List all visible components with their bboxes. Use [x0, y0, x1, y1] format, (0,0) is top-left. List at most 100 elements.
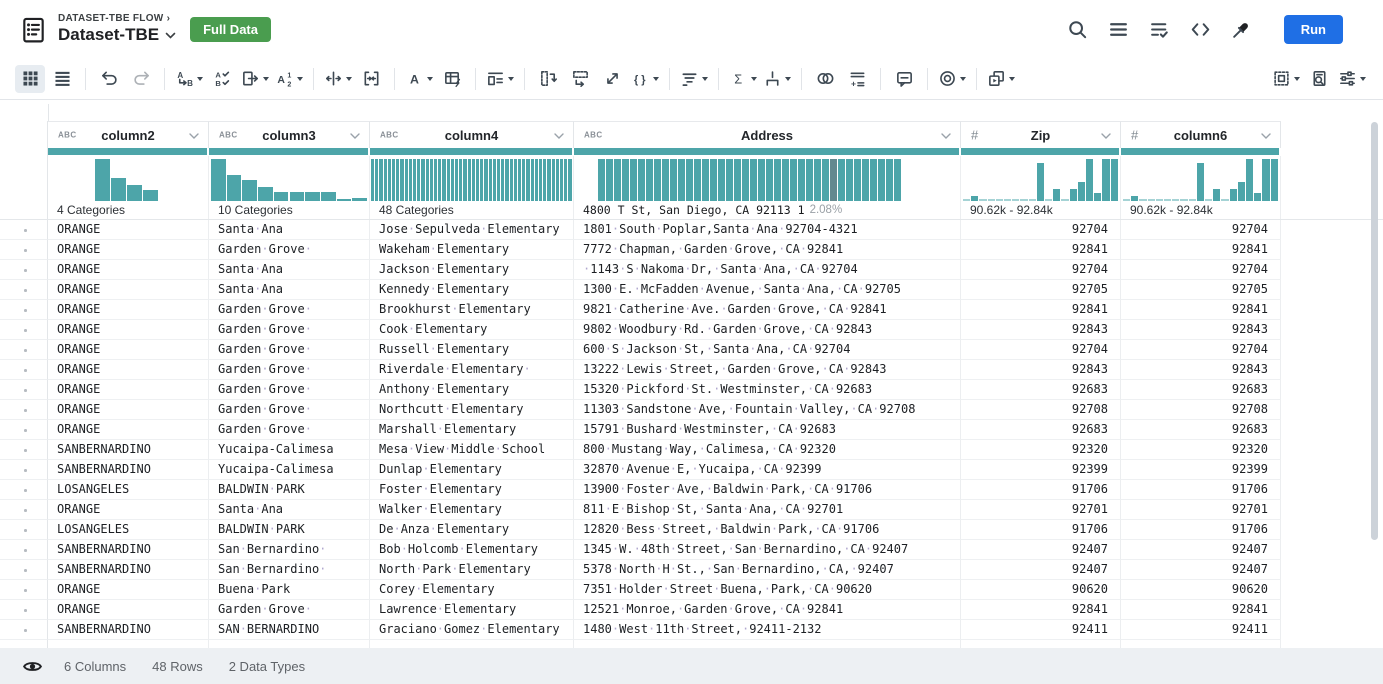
- cell[interactable]: 92704: [961, 220, 1121, 240]
- histogram-bar[interactable]: [337, 199, 352, 201]
- cell[interactable]: 800·Mustang·Way,·Calimesa,·CA·92320: [574, 440, 961, 460]
- histogram-bar[interactable]: [1213, 189, 1220, 201]
- join-split-button[interactable]: [761, 65, 793, 93]
- histogram-bar[interactable]: [846, 159, 853, 201]
- cell[interactable]: 92704: [1121, 220, 1281, 240]
- cell[interactable]: 92843: [961, 360, 1121, 380]
- cell[interactable]: SANBERNARDINO: [48, 620, 209, 640]
- cell[interactable]: 92683: [961, 420, 1121, 440]
- histogram-bar[interactable]: [1205, 199, 1212, 201]
- histogram-bar[interactable]: [638, 159, 645, 201]
- cell[interactable]: Mesa·View·Middle·School: [370, 440, 574, 460]
- histogram-bar[interactable]: [614, 159, 621, 201]
- histogram-bar[interactable]: [1094, 193, 1101, 201]
- cell[interactable]: 13222·Lewis·Street,·Garden·Grove,·CA·928…: [574, 360, 961, 380]
- histogram-bar[interactable]: [1164, 199, 1171, 201]
- full-data-badge[interactable]: Full Data: [190, 17, 271, 42]
- format-text-button[interactable]: A: [403, 65, 435, 93]
- histogram-bar[interactable]: [227, 175, 242, 201]
- histogram-bar[interactable]: [392, 159, 395, 201]
- cell[interactable]: Corey·Elementary: [370, 580, 574, 600]
- histogram-bar[interactable]: [1197, 163, 1204, 201]
- search-icon[interactable]: [1066, 17, 1090, 41]
- histogram-bar[interactable]: [814, 159, 821, 201]
- cell[interactable]: Jackson·Elementary: [370, 260, 574, 280]
- column-histogram-Address[interactable]: [574, 156, 961, 201]
- histogram-bar[interactable]: [442, 159, 445, 201]
- cell[interactable]: North·Park·Elementary: [370, 560, 574, 580]
- cell[interactable]: 92407: [1121, 560, 1281, 580]
- row-handle[interactable]: [24, 269, 27, 272]
- cell[interactable]: [1121, 640, 1281, 648]
- histogram-bar[interactable]: [405, 159, 408, 201]
- cell[interactable]: 91706: [1121, 480, 1281, 500]
- row-handle[interactable]: [24, 589, 27, 592]
- histogram-bar[interactable]: [434, 159, 437, 201]
- cell[interactable]: 92843: [1121, 320, 1281, 340]
- cell[interactable]: Santa·Ana: [209, 260, 370, 280]
- histogram-bar[interactable]: [522, 159, 525, 201]
- histogram-bar[interactable]: [1230, 189, 1237, 201]
- histogram-bar[interactable]: [1172, 199, 1179, 201]
- row-handle[interactable]: [24, 489, 27, 492]
- union-button[interactable]: +: [842, 65, 872, 93]
- histogram-bar[interactable]: [1037, 163, 1044, 201]
- cell[interactable]: 92320: [961, 440, 1121, 460]
- row-handle[interactable]: [24, 529, 27, 532]
- histogram-bar[interactable]: [455, 159, 458, 201]
- histogram-bar[interactable]: [750, 159, 757, 201]
- histogram-bar[interactable]: [258, 187, 273, 201]
- cell[interactable]: BALDWIN·PARK: [209, 520, 370, 540]
- cell[interactable]: [961, 640, 1121, 648]
- dataset-title-dropdown[interactable]: Dataset-TBE: [58, 25, 176, 45]
- cell[interactable]: 9802·Woodbury·Rd.·Garden·Grove,·CA·92843: [574, 320, 961, 340]
- eyedropper-icon[interactable]: [1230, 17, 1254, 41]
- cell[interactable]: ORANGE: [48, 280, 209, 300]
- column-menu-chevron-icon[interactable]: [554, 126, 564, 144]
- pivot-button[interactable]: [565, 65, 595, 93]
- histogram-bar[interactable]: [1012, 199, 1019, 201]
- histogram-bar[interactable]: [894, 159, 901, 201]
- cell[interactable]: ·1143·S·Nakoma·Dr,·Santa·Ana,·CA·92704: [574, 260, 961, 280]
- histogram-bar[interactable]: [388, 159, 391, 201]
- filter-rows-button[interactable]: [678, 65, 710, 93]
- row-handle[interactable]: [24, 469, 27, 472]
- histogram-bar[interactable]: [630, 159, 637, 201]
- grid-view-button[interactable]: [15, 65, 45, 93]
- cell[interactable]: 92683: [1121, 420, 1281, 440]
- histogram-bar[interactable]: [472, 159, 475, 201]
- cell[interactable]: ORANGE: [48, 320, 209, 340]
- unpivot-button[interactable]: [533, 65, 563, 93]
- cell[interactable]: 92320: [1121, 440, 1281, 460]
- row-handle[interactable]: [24, 389, 27, 392]
- histogram-bar[interactable]: [426, 159, 429, 201]
- cell[interactable]: [48, 640, 209, 648]
- histogram-bar[interactable]: [489, 159, 492, 201]
- column-header-column6[interactable]: #column6: [1121, 121, 1281, 148]
- cell[interactable]: Yucaipa-Calimesa: [209, 440, 370, 460]
- column-histogram-column4[interactable]: [370, 156, 574, 201]
- cell[interactable]: 92701: [961, 500, 1121, 520]
- cell[interactable]: 1480·West·11th·Street,·92411-2132: [574, 620, 961, 640]
- histogram-bar[interactable]: [1123, 199, 1130, 201]
- histogram-bar[interactable]: [694, 159, 701, 201]
- cell[interactable]: ORANGE: [48, 220, 209, 240]
- cell[interactable]: [574, 640, 961, 648]
- histogram-bar[interactable]: [742, 159, 749, 201]
- histogram-bar[interactable]: [726, 159, 733, 201]
- data-quality-bar[interactable]: [48, 148, 209, 156]
- cell[interactable]: Garden·Grove·: [209, 340, 370, 360]
- cell[interactable]: Dunlap·Elementary: [370, 460, 574, 480]
- cell[interactable]: 92411: [961, 620, 1121, 640]
- histogram-bar[interactable]: [1131, 196, 1138, 201]
- row-handle[interactable]: [24, 249, 27, 252]
- histogram-bar[interactable]: [539, 159, 542, 201]
- column-histogram-column3[interactable]: [209, 156, 370, 201]
- cell[interactable]: 90620: [961, 580, 1121, 600]
- cell[interactable]: Riverdale·Elementary·: [370, 360, 574, 380]
- histogram-bar[interactable]: [1045, 199, 1052, 201]
- profile-search-button[interactable]: [1304, 65, 1334, 93]
- view-list-icon[interactable]: [1107, 17, 1131, 41]
- column-summary-column4[interactable]: 48 Categories: [370, 201, 574, 219]
- cell[interactable]: ORANGE: [48, 420, 209, 440]
